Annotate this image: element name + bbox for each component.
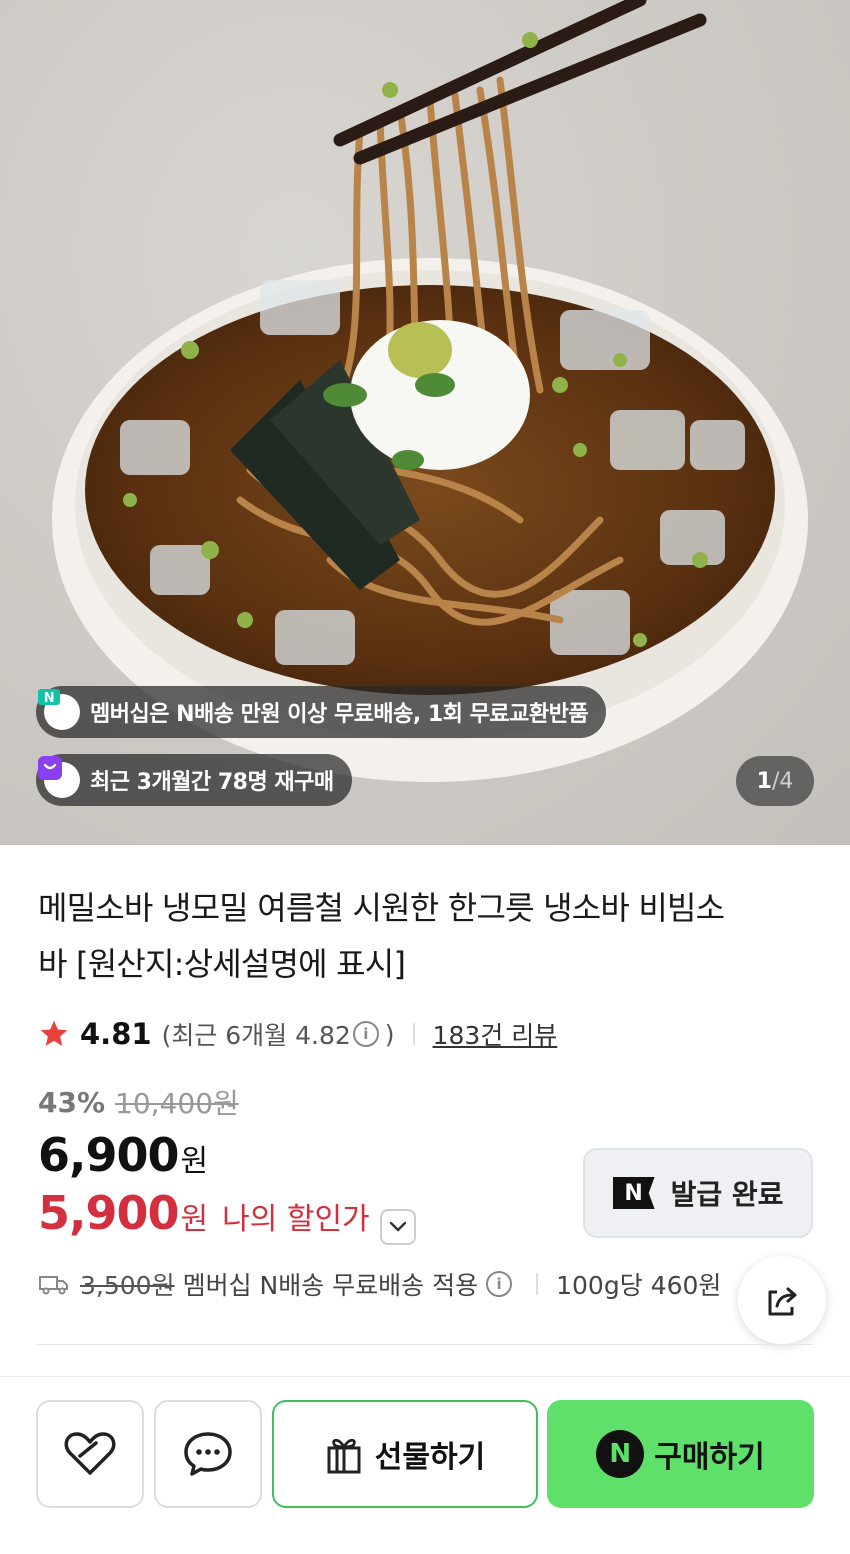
my-price-unit: 원 <box>180 1202 209 1237</box>
unit-price: 100g당 460원 <box>556 1271 722 1300</box>
star-icon <box>40 1020 68 1046</box>
rating-row: 4.81 (최근 6개월 4.82 i ) 183건 리뷰 <box>38 1012 557 1056</box>
chat-button[interactable] <box>154 1400 262 1508</box>
divider <box>536 1273 539 1295</box>
gift-button-label: 선물하기 <box>374 1440 486 1475</box>
naver-pay-n-icon: N <box>596 1430 645 1478</box>
image-index: 1 <box>756 768 772 794</box>
truck-icon <box>39 1276 68 1295</box>
gift-button[interactable]: 선물하기 <box>272 1400 538 1508</box>
share-button[interactable] <box>738 1256 826 1344</box>
my-price-row: 5,900 원 나의 할인가 <box>38 1186 416 1245</box>
recent-rating: (최근 6개월 4.82 i ) <box>162 1016 395 1052</box>
review-count-link[interactable]: 183건 리뷰 <box>433 1016 558 1052</box>
recent-rating-text: (최근 6개월 4.82 <box>161 1021 351 1050</box>
divider <box>412 1023 415 1045</box>
my-price: 5,900 <box>38 1186 180 1240</box>
heart-icon <box>64 1432 116 1475</box>
info-icon[interactable]: i <box>352 1021 379 1047</box>
shipping-row: 3,500원 멤버십 N배송 무료배송 적용 i 100g당 460원 <box>38 1264 721 1304</box>
svg-text:N: N <box>44 691 54 706</box>
chat-icon <box>184 1432 232 1476</box>
gift-icon <box>327 1438 361 1474</box>
membership-n-icon: N <box>38 689 80 730</box>
sale-price-row: 6,900 원 <box>38 1128 208 1182</box>
share-icon <box>768 1287 797 1316</box>
sale-price-unit: 원 <box>180 1144 209 1179</box>
chevron-down-icon[interactable] <box>379 1209 416 1245</box>
image-counter: 1 / 4 <box>736 756 814 806</box>
image-total: 4 <box>779 768 794 794</box>
like-button[interactable] <box>36 1400 144 1508</box>
coupon-issued-button[interactable]: N 발급 완료 <box>583 1148 813 1238</box>
membership-badge: N 멤버십은 N배송 만원 이상 무료배송, 1회 무료교환반품 <box>36 686 607 738</box>
buy-button-label: 구매하기 <box>654 1440 765 1475</box>
sale-price: 6,900 <box>38 1128 180 1182</box>
image-separator: / <box>771 768 780 794</box>
bottom-bar-divider <box>0 1376 850 1377</box>
original-price-row: 43% 10,400원 <box>38 1082 239 1122</box>
shipping-original-fee: 3,500원 <box>80 1271 175 1300</box>
shipping-text: 멤버십 N배송 무료배송 적용 <box>182 1271 479 1300</box>
original-price: 10,400원 <box>115 1087 239 1120</box>
repurchase-bag-icon <box>38 756 80 798</box>
repurchase-badge-text: 최근 3개월간 78명 재구매 <box>90 770 334 795</box>
my-price-label: 나의 할인가 <box>222 1202 370 1237</box>
section-divider <box>36 1344 814 1345</box>
info-icon[interactable]: i <box>486 1271 513 1297</box>
rating-value: 4.81 <box>80 1017 152 1051</box>
naver-n-logo: N <box>612 1177 655 1209</box>
buy-button[interactable]: N 구매하기 <box>547 1400 814 1508</box>
repurchase-badge: 최근 3개월간 78명 재구매 <box>36 754 352 806</box>
product-title: 메밀소바 냉모밀 여름철 시원한 한그릇 냉소바 비빔소바 [원산지:상세설명에… <box>38 889 725 983</box>
product-image-carousel[interactable]: N 멤버십은 N배송 만원 이상 무료배송, 1회 무료교환반품 최근 3개월간… <box>0 0 850 845</box>
discount-rate: 43% <box>38 1085 106 1119</box>
coupon-label: 발급 완료 <box>670 1178 784 1211</box>
membership-badge-text: 멤버십은 N배송 만원 이상 무료배송, 1회 무료교환반품 <box>90 702 589 727</box>
recent-rating-close: ) <box>384 1019 395 1049</box>
